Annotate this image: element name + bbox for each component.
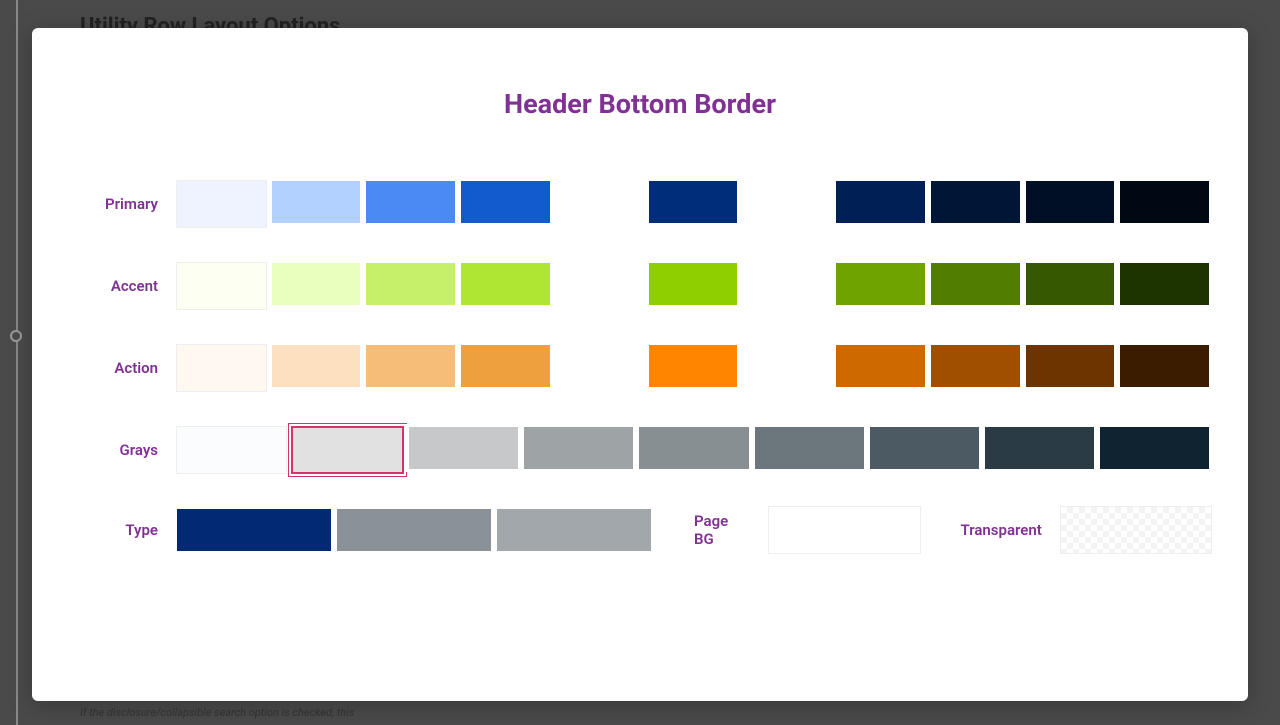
swatch[interactable] xyxy=(555,262,644,310)
swatch[interactable] xyxy=(363,178,458,226)
swatch[interactable] xyxy=(867,424,982,472)
swatch[interactable] xyxy=(752,424,867,472)
row-label-type: Type xyxy=(68,521,174,539)
type-swatch[interactable] xyxy=(494,506,654,554)
label-transparent: Transparent xyxy=(921,521,1060,539)
swatch[interactable] xyxy=(269,342,364,390)
swatch[interactable] xyxy=(928,178,1023,226)
swatch[interactable] xyxy=(646,260,741,308)
swatch[interactable] xyxy=(555,180,644,228)
swatch[interactable] xyxy=(928,260,1023,308)
swatch[interactable] xyxy=(1023,260,1118,308)
type-swatches xyxy=(174,506,654,554)
color-picker-modal: Header Bottom Border Primary Accent Action… xyxy=(32,28,1248,701)
swatch[interactable] xyxy=(636,424,751,472)
modal-title: Header Bottom Border xyxy=(68,88,1212,120)
swatch[interactable] xyxy=(458,178,553,226)
swatch[interactable] xyxy=(406,424,521,472)
swatch[interactable] xyxy=(646,342,741,390)
swatch[interactable] xyxy=(458,342,553,390)
doc-handle xyxy=(10,330,22,342)
swatch[interactable] xyxy=(269,260,364,308)
swatch-group xyxy=(174,260,1212,312)
swatch-page-bg[interactable] xyxy=(768,506,920,554)
swatch[interactable] xyxy=(928,342,1023,390)
color-row: Accent xyxy=(68,260,1212,312)
row-label: Accent xyxy=(68,277,174,295)
swatch[interactable] xyxy=(521,424,636,472)
row-label: Primary xyxy=(68,195,174,213)
swatch[interactable] xyxy=(1023,342,1118,390)
swatch[interactable] xyxy=(742,262,831,310)
swatch[interactable] xyxy=(982,424,1097,472)
swatch[interactable] xyxy=(176,344,267,392)
label-page-bg: Page BG xyxy=(654,512,768,548)
swatch-group xyxy=(174,424,1212,476)
type-swatch[interactable] xyxy=(334,506,494,554)
swatch[interactable] xyxy=(1023,178,1118,226)
bottom-row: Type Page BG Transparent xyxy=(68,506,1212,554)
swatch[interactable] xyxy=(833,260,928,308)
swatch[interactable] xyxy=(1117,260,1212,308)
swatch[interactable] xyxy=(363,342,458,390)
swatch-group xyxy=(174,342,1212,394)
doc-border xyxy=(16,0,18,725)
color-row: Primary xyxy=(68,178,1212,230)
swatch[interactable] xyxy=(176,180,267,228)
swatch[interactable] xyxy=(742,180,831,228)
swatch[interactable] xyxy=(458,260,553,308)
row-label: Action xyxy=(68,359,174,377)
color-row: Grays xyxy=(68,424,1212,476)
swatch[interactable] xyxy=(176,426,287,474)
swatch[interactable] xyxy=(833,342,928,390)
swatch[interactable] xyxy=(1097,424,1212,472)
swatch[interactable] xyxy=(291,426,404,474)
swatch-group xyxy=(174,178,1212,230)
swatch[interactable] xyxy=(646,178,741,226)
swatch[interactable] xyxy=(833,178,928,226)
bg-note: If the disclosure/collapsible search opt… xyxy=(80,706,354,719)
swatch[interactable] xyxy=(555,344,644,392)
type-swatch[interactable] xyxy=(174,506,334,554)
swatch[interactable] xyxy=(363,260,458,308)
swatch[interactable] xyxy=(1117,342,1212,390)
swatch-transparent[interactable] xyxy=(1060,506,1212,554)
row-label: Grays xyxy=(68,441,174,459)
swatch[interactable] xyxy=(1117,178,1212,226)
color-row: Action xyxy=(68,342,1212,394)
swatch[interactable] xyxy=(742,344,831,392)
swatch[interactable] xyxy=(269,178,364,226)
swatch[interactable] xyxy=(176,262,267,310)
